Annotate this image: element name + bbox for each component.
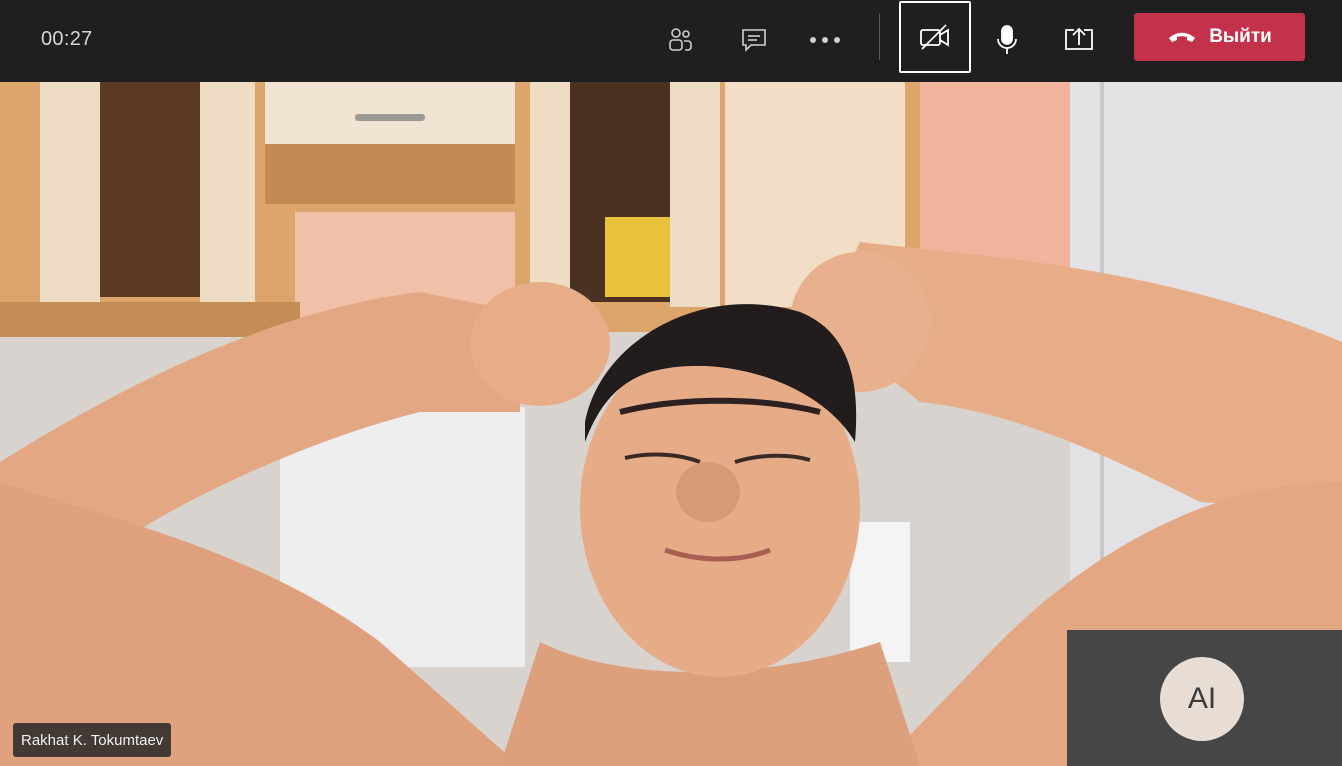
avatar: AI <box>1160 657 1244 741</box>
leave-label: Выйти <box>1209 26 1272 47</box>
more-icon <box>810 37 840 43</box>
people-icon <box>669 28 692 51</box>
participants-button[interactable] <box>648 8 712 72</box>
leave-button[interactable]: Выйти <box>1134 13 1305 61</box>
camera-off-icon <box>920 24 949 50</box>
participant-name-label: Rakhat K. Tokumtaev <box>13 723 172 757</box>
self-view-tile: AI <box>1067 630 1342 766</box>
more-options-button[interactable] <box>793 8 857 72</box>
share-screen-icon <box>1065 27 1093 50</box>
call-toolbar: 00:27 Выйти <box>0 0 1342 82</box>
share-screen-button[interactable] <box>1047 8 1111 72</box>
camera-toggle-button[interactable] <box>899 1 971 73</box>
chat-button[interactable] <box>722 8 786 72</box>
microphone-icon <box>997 25 1017 54</box>
chat-icon <box>742 29 766 52</box>
microphone-button[interactable] <box>975 8 1039 72</box>
toolbar-divider <box>879 14 880 60</box>
phone-hangup-icon <box>1169 32 1196 42</box>
call-timer: 00:27 <box>41 28 93 50</box>
